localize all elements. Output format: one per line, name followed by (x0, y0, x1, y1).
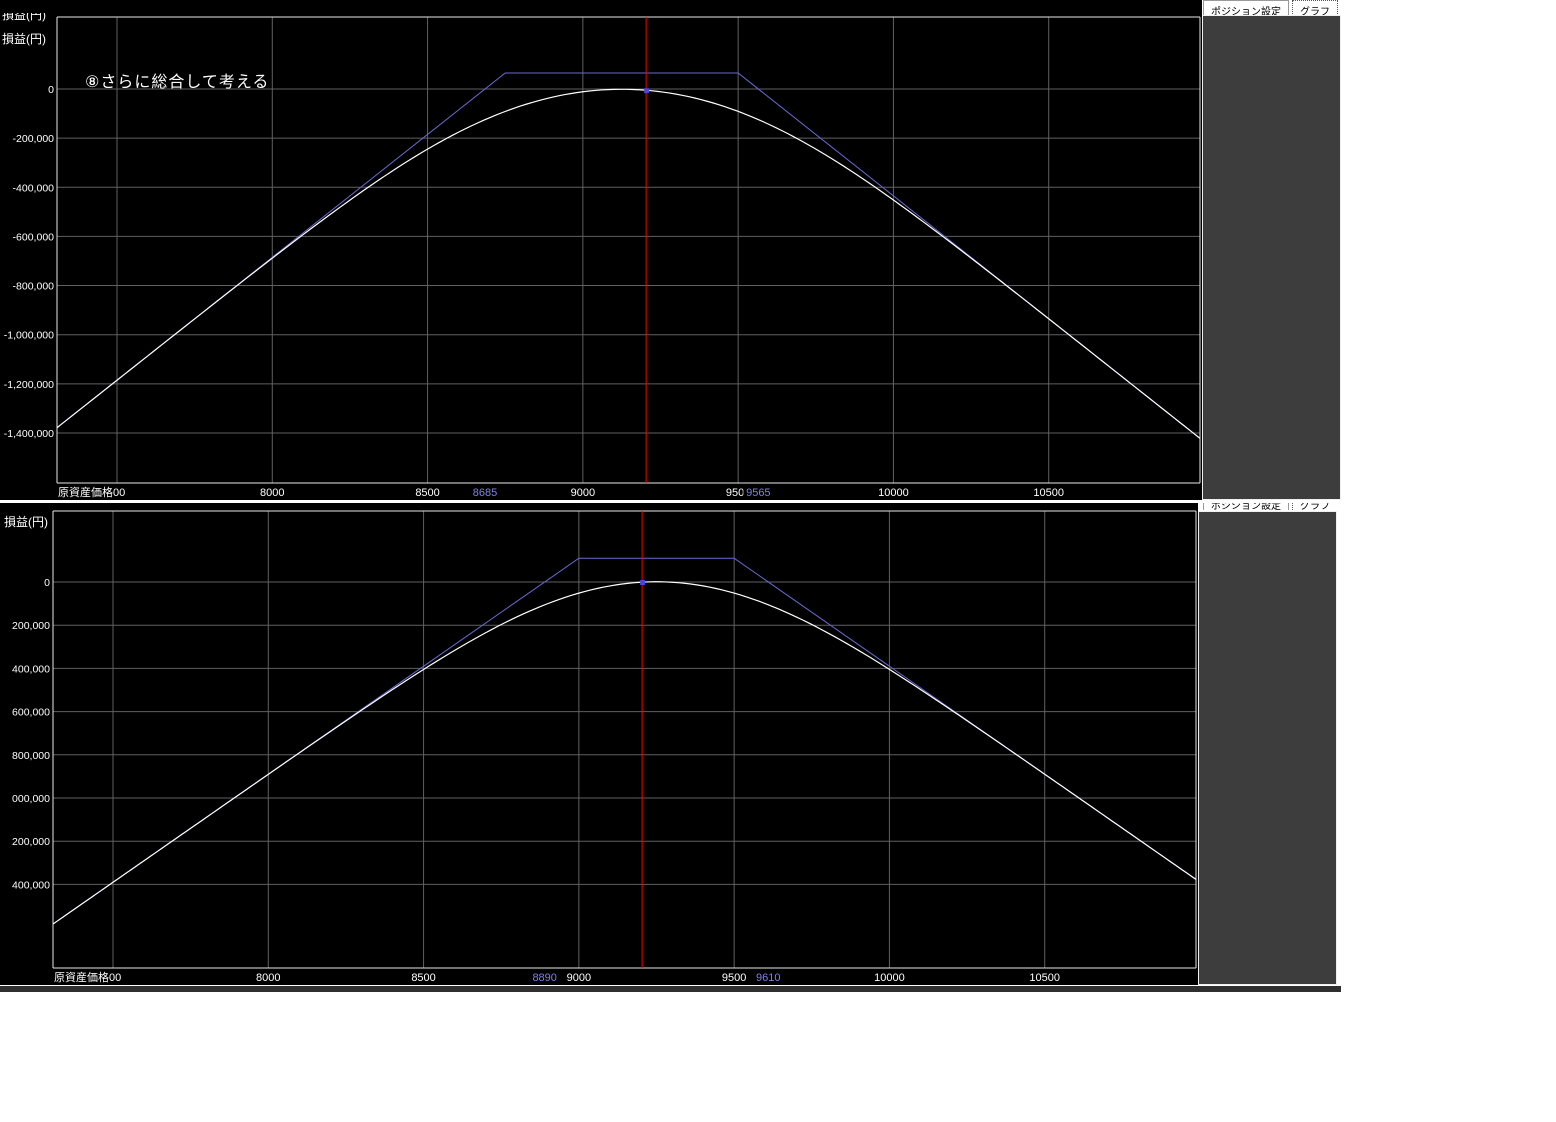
payoff-chart-bottom[interactable]: 0 200,000 400,000 600,000 800,000 000,000 200,… (0, 503, 1198, 985)
x-tick-label: 9500 (722, 972, 746, 984)
y-tick-label: -200,000 (13, 133, 55, 145)
y-tick-label: -800,000 (13, 281, 55, 293)
window-bottom-edge (0, 985, 1341, 992)
x-tick-label: 8000 (260, 487, 284, 499)
module-top: 0 -200,000 -400,000 -600,000 -800,000 -1,000,… (0, 0, 1556, 503)
y-axis-title: 損益(円) (4, 513, 48, 530)
x-tick-label: 8000 (256, 972, 280, 984)
y-tick-label: -600,000 (13, 231, 55, 243)
x-tick-label: 8500 (411, 972, 435, 984)
tab-graph[interactable]: グラフ (1292, 503, 1337, 510)
tab-position-settings[interactable]: ポジション設定 (1203, 503, 1289, 510)
x-tick-label: 9000 (567, 972, 591, 984)
panel-tabs-clipped: ポジション設定 グラフ (1203, 503, 1337, 510)
x-tick-label: 8500 (415, 487, 439, 499)
x-axis-caption: 原資産価格00 (58, 485, 125, 499)
y-tick-label: -1,000,000 (4, 330, 54, 342)
y-tick-label: -400,000 (13, 182, 55, 194)
cursor-value-marker (640, 580, 645, 585)
y-axis-title-clipped: 損益(円) (2, 13, 56, 22)
breakeven-label: 9610 (756, 972, 780, 984)
y-tick-label: 000,000 (12, 793, 50, 805)
x-tick-label: 10500 (1033, 487, 1064, 499)
y-tick-label: 0 (48, 84, 54, 96)
x-tick-label: 10500 (1029, 972, 1060, 984)
x-tick-label: 9000 (571, 487, 595, 499)
x-tick-label: 10000 (878, 487, 909, 499)
y-axis-title: 損益(円) (2, 30, 46, 47)
x-axis-caption: 原資産価格00 (54, 970, 121, 984)
y-tick-label: 0 (44, 577, 50, 589)
payoff-chart-top[interactable]: 0 -200,000 -400,000 -600,000 -800,000 -1,000,… (0, 0, 1202, 500)
y-tick-label: 600,000 (12, 707, 50, 719)
y-tick-label: 400,000 (12, 879, 50, 891)
breakeven-label: 8890 (532, 972, 556, 984)
y-tick-label: -1,200,000 (4, 379, 54, 391)
cursor-value-marker (644, 88, 649, 93)
x-tick-label: 10000 (874, 972, 905, 984)
chart-background (0, 0, 1202, 500)
y-tick-label: 400,000 (12, 663, 50, 675)
options-analysis-app: { "app": { "tabs": [ {"label": "ポジション設定"… (0, 0, 1556, 1122)
y-tick-label: -1,400,000 (4, 428, 54, 440)
chart-background (0, 503, 1198, 985)
settings-panel-bottom (1198, 511, 1337, 985)
breakeven-label: 8685 (473, 487, 497, 499)
settings-panel-top (1202, 15, 1341, 500)
y-tick-label: 800,000 (12, 750, 50, 762)
y-tick-label: 200,000 (12, 836, 50, 848)
y-tick-label: 200,000 (12, 620, 50, 632)
breakeven-label: 9565 (746, 487, 770, 499)
module-bottom: 0 200,000 400,000 600,000 800,000 000,000 200,… (0, 503, 1556, 991)
